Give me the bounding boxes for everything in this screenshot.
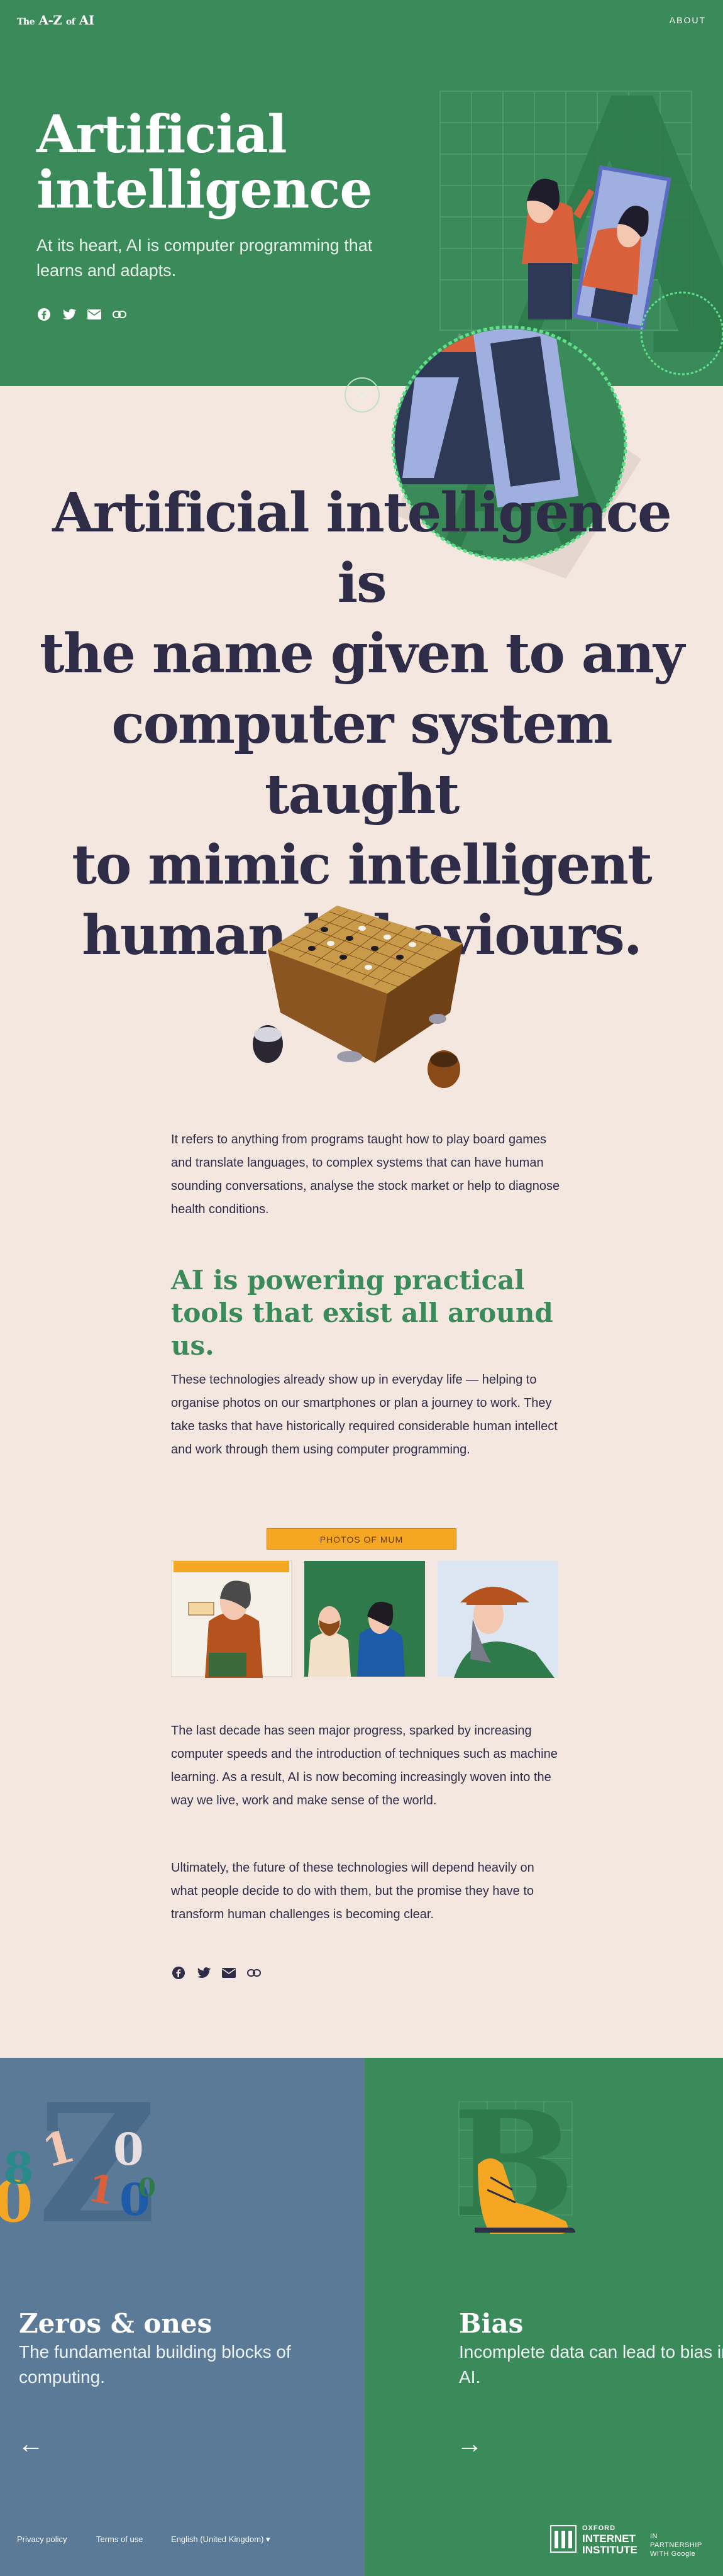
arrow-right-icon[interactable]: → <box>456 2429 483 2459</box>
prev-topic-card[interactable]: Z 0 8 1 1 0 0 0 Zeros & ones The fundame… <box>0 2058 365 2504</box>
zeros-ones-illustration: Z 0 8 1 1 0 0 0 <box>0 2096 157 2246</box>
bias-illustration: B <box>453 2096 575 2246</box>
hero-title-line2: intelligence <box>36 160 372 220</box>
quote-line2: the name given to any <box>39 622 685 686</box>
twitter-icon[interactable] <box>62 307 77 322</box>
go-board-illustration <box>253 906 463 1088</box>
email-icon[interactable] <box>87 307 102 322</box>
article-paragraph-2: These technologies already show up in ev… <box>171 1373 558 1457</box>
svg-text:0: 0 <box>138 2173 156 2202</box>
partnership-label: IN PARTNERSHIP WITH Google <box>650 2532 707 2558</box>
photos-folder-label: PHOTOS OF MUM <box>267 1528 456 1550</box>
oii-emblem-icon <box>550 2525 577 2553</box>
next-topic-subtitle: Incomplete data can lead to bias in AI. <box>459 2342 723 2387</box>
hero-title: Artificial intelligence <box>36 107 372 218</box>
terms-of-use-link[interactable]: Terms of use <box>96 2534 143 2544</box>
hero-subtitle: At its heart, AI is computer programming… <box>36 236 373 280</box>
intro-quote: Artificial intelligence is the name give… <box>25 478 698 971</box>
facebook-icon[interactable] <box>36 307 52 322</box>
oii-wordmark: OXFORD INTERNET INSTITUTE <box>582 2523 637 2556</box>
top-bar: The A-Z of AI ABOUT <box>0 0 723 40</box>
oii-line2: INTERNET <box>582 2533 636 2545</box>
article-paragraph-1: It refers to anything from programs taug… <box>171 1133 560 1216</box>
article-paragraph-4: Ultimately, the future of these technolo… <box>171 1861 534 1921</box>
site-logo[interactable]: The A-Z of AI <box>17 13 94 28</box>
partner-line1: IN PARTNERSHIP <box>650 2533 702 2549</box>
privacy-policy-link[interactable]: Privacy policy <box>17 2534 67 2544</box>
twitter-icon[interactable] <box>196 1965 211 1980</box>
footer-left: Privacy policy Terms of use English (Uni… <box>0 2504 365 2576</box>
logo-prefix: The <box>17 17 35 27</box>
facebook-icon[interactable] <box>171 1965 186 1980</box>
link-icon[interactable] <box>246 1965 262 1980</box>
quote-line1: Artificial intelligence is <box>52 481 672 615</box>
language-label: English (United Kingdom) <box>171 2534 264 2544</box>
oii-logo[interactable]: OXFORD INTERNET INSTITUTE IN PARTNERSHIP… <box>549 2523 707 2558</box>
next-topic-card[interactable]: B Bias Incomplete data can lead to bias … <box>365 2058 723 2504</box>
caret-down-icon: ▾ <box>266 2534 270 2544</box>
arrow-left-icon[interactable]: ← <box>18 2429 44 2459</box>
photos-illustration <box>171 1560 558 1678</box>
article-share-bar <box>171 1965 262 1980</box>
oii-line1: OXFORD <box>582 2524 616 2532</box>
scroll-down-button[interactable] <box>345 377 380 413</box>
language-selector[interactable]: English (United Kingdom) ▾ <box>171 2534 270 2545</box>
chevron-down-icon <box>357 392 367 398</box>
next-topic-title: Bias <box>459 2308 524 2339</box>
prev-topic-subtitle: The fundamental building blocks of compu… <box>19 2342 291 2387</box>
hero-title-line1: Artificial <box>36 104 287 165</box>
logo-main: A-Z <box>38 13 62 28</box>
logo-ai: AI <box>79 13 94 28</box>
partner-line2: WITH Google <box>650 2550 696 2558</box>
about-link[interactable]: ABOUT <box>670 15 706 25</box>
quote-line4: to mimic intelligent <box>72 833 652 897</box>
article-paragraph-3: The last decade has seen major progress,… <box>171 1724 558 1807</box>
prev-topic-title: Zeros & ones <box>19 2308 212 2339</box>
svg-text:0: 0 <box>113 2123 144 2175</box>
oii-line3: INSTITUTE <box>582 2544 637 2556</box>
hero-share-bar <box>36 307 127 322</box>
article-heading: AI is powering practical tools that exis… <box>171 1265 553 1361</box>
link-icon[interactable] <box>112 307 127 322</box>
svg-text:8: 8 <box>3 2142 34 2194</box>
email-icon[interactable] <box>221 1965 236 1980</box>
site-footer: Privacy policy Terms of use English (Uni… <box>0 2504 723 2576</box>
quote-line3: computer system taught <box>111 692 612 826</box>
logo-of: of <box>65 17 75 27</box>
